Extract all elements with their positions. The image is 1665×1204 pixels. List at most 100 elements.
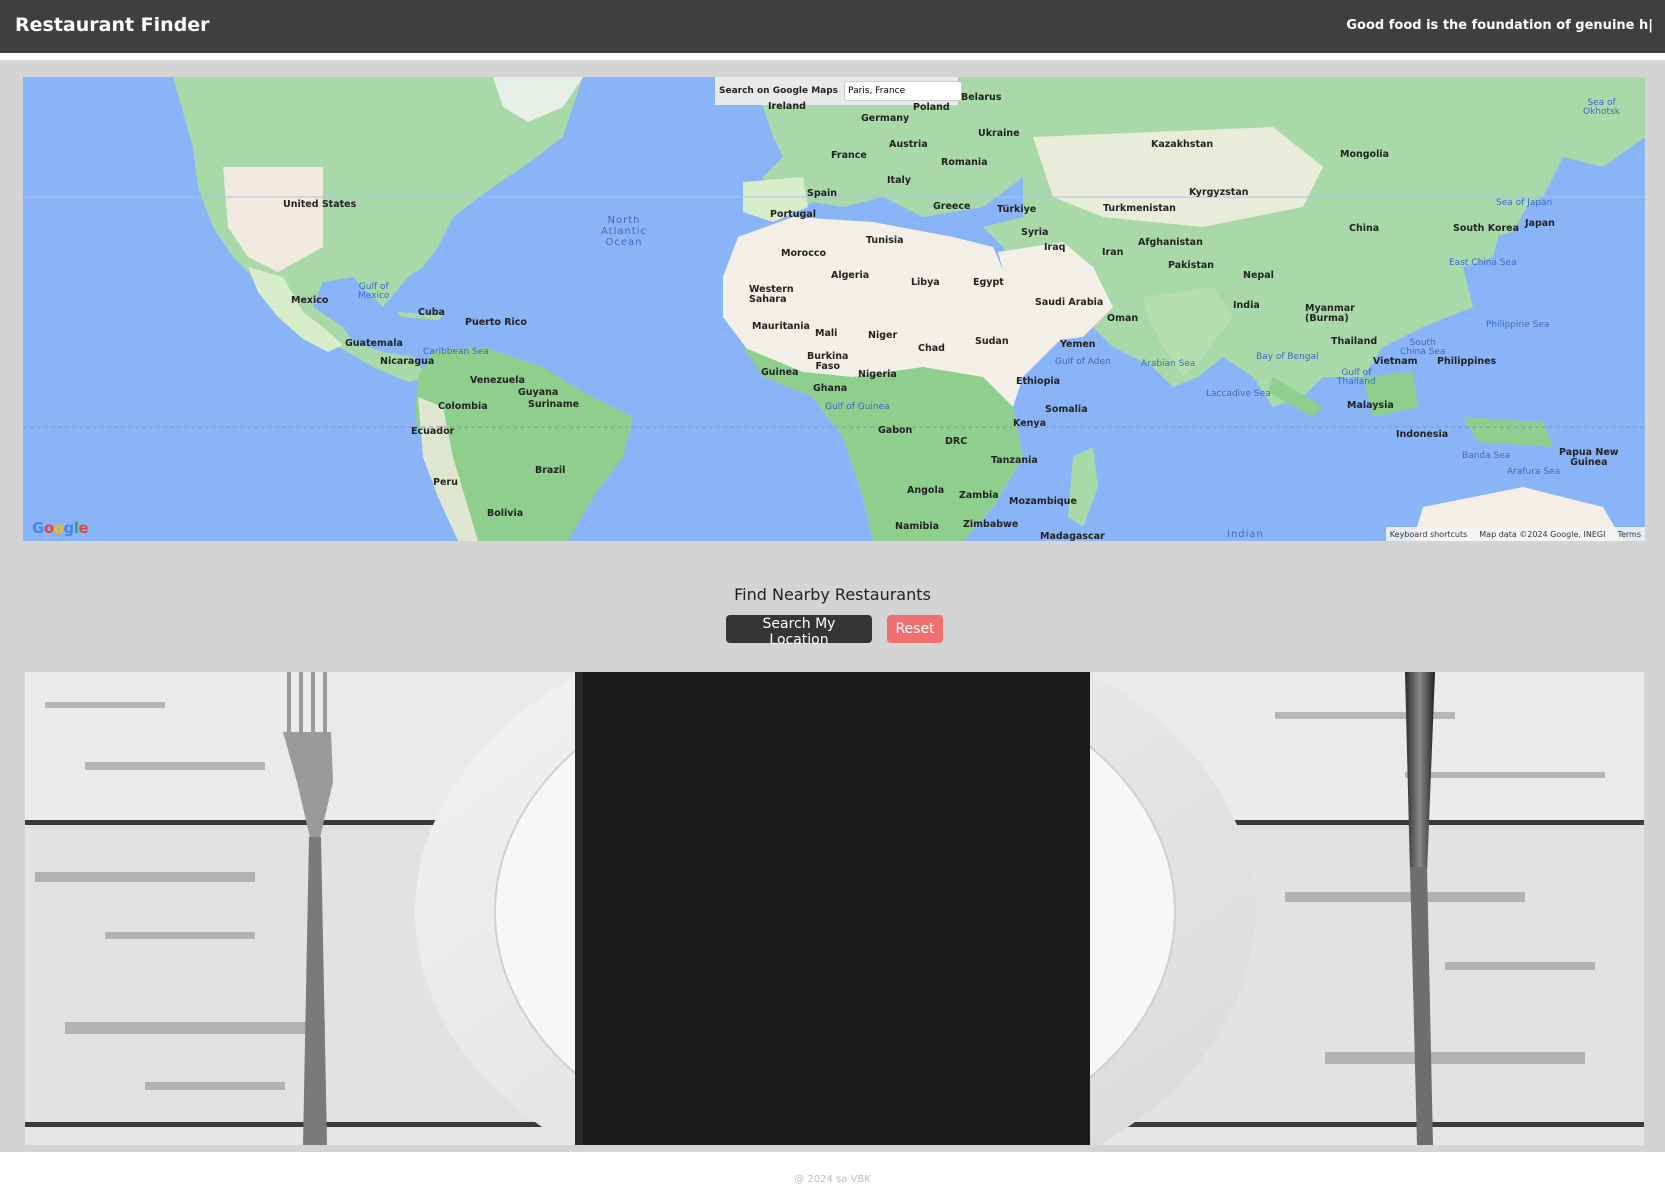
keyboard-shortcuts-link[interactable]: Keyboard shortcuts	[1390, 530, 1467, 539]
map-label-iraq: Iraq	[1044, 242, 1066, 253]
map-label-libya: Libya	[911, 277, 940, 288]
map-canvas	[23, 77, 1645, 541]
map-label-madagascar: Madagascar	[1040, 531, 1105, 541]
table-setting-illustration	[25, 672, 1644, 1145]
map-label-western-sahara: Western Sahara	[749, 284, 794, 305]
map-label-venezuela: Venezuela	[470, 375, 525, 386]
map-label-angola: Angola	[907, 485, 945, 496]
map-search-input[interactable]	[844, 81, 963, 101]
map-label-egypt: Egypt	[973, 277, 1004, 288]
app-header: Restaurant Finder Good food is the found…	[0, 0, 1665, 53]
map-label-peru: Peru	[433, 477, 458, 488]
map-search-box: Search on Google Maps	[715, 77, 963, 105]
map-label-thailand: Thailand	[1331, 336, 1378, 347]
map-label-syria: Syria	[1021, 227, 1049, 238]
map-label-mongolia: Mongolia	[1340, 149, 1389, 160]
map-label-ireland: Ireland	[768, 101, 806, 112]
map-label-arabian-sea: Arabian Sea	[1141, 359, 1196, 369]
map-label-united-states: United States	[283, 199, 357, 210]
map-label-brazil: Brazil	[535, 465, 566, 476]
map-label-iran: Iran	[1102, 247, 1124, 258]
map-label-sea-of-okhotsk: Sea of Okhotsk	[1583, 98, 1620, 117]
google-map[interactable]: Search on Google Maps United States Mexi…	[23, 77, 1645, 541]
map-label-myanmar: Myanmar (Burma)	[1305, 303, 1355, 324]
google-logo[interactable]: Google	[32, 519, 89, 537]
map-label-mali: Mali	[815, 328, 838, 339]
map-label-oman: Oman	[1107, 313, 1139, 324]
terms-link[interactable]: Terms	[1617, 530, 1641, 539]
map-label-sudan: Sudan	[975, 336, 1009, 347]
map-label-china: China	[1349, 223, 1380, 234]
map-label-guatemala: Guatemala	[345, 338, 403, 349]
map-label-zimbabwe: Zimbabwe	[963, 519, 1019, 530]
map-label-japan: Japan	[1525, 218, 1555, 229]
map-label-namibia: Namibia	[895, 521, 939, 532]
map-label-nicaragua: Nicaragua	[380, 356, 435, 367]
map-label-cuba: Cuba	[418, 307, 445, 318]
map-label-gulf-of-thailand: Gulf of Thailand	[1337, 368, 1376, 387]
map-label-austria: Austria	[889, 139, 928, 150]
map-label-kenya: Kenya	[1013, 418, 1047, 429]
map-label-malaysia: Malaysia	[1347, 400, 1394, 411]
map-label-niger: Niger	[868, 330, 898, 341]
map-label-gulf-of-guinea: Gulf of Guinea	[825, 402, 890, 412]
map-label-drc: DRC	[945, 436, 968, 447]
map-label-indian-ocean: Indian	[1227, 529, 1264, 540]
reset-button[interactable]: Reset	[887, 615, 943, 643]
map-label-vietnam: Vietnam	[1373, 356, 1418, 367]
map-label-mauritania: Mauritania	[752, 321, 810, 332]
map-label-banda-sea: Banda Sea	[1462, 451, 1511, 461]
map-label-spain: Spain	[807, 188, 838, 199]
map-label-bolivia: Bolivia	[487, 508, 524, 519]
map-label-turkiye: Türkiye	[997, 204, 1037, 215]
map-label-kazakhstan: Kazakhstan	[1151, 139, 1214, 150]
map-label-burkina-faso: Burkina Faso	[807, 351, 849, 372]
map-attribution-bar: Keyboard shortcuts Map data ©2024 Google…	[1385, 527, 1645, 541]
map-label-kyrgyzstan: Kyrgyzstan	[1189, 187, 1249, 198]
menu-book	[575, 672, 1090, 1145]
map-label-italy: Italy	[887, 175, 911, 186]
app-title[interactable]: Restaurant Finder	[15, 14, 210, 36]
map-label-poland: Poland	[913, 102, 950, 113]
map-label-portugal: Portugal	[770, 209, 816, 220]
map-label-colombia: Colombia	[438, 401, 488, 412]
map-label-afghanistan: Afghanistan	[1138, 237, 1203, 248]
map-label-nigeria: Nigeria	[858, 369, 897, 380]
map-label-india: India	[1233, 300, 1260, 311]
map-label-philippine-sea: Philippine Sea	[1486, 320, 1550, 330]
map-label-tunisia: Tunisia	[866, 235, 904, 246]
map-search-label: Search on Google Maps	[719, 86, 839, 96]
map-label-caribbean-sea: Caribbean Sea	[423, 347, 489, 357]
map-label-puerto-rico: Puerto Rico	[465, 317, 527, 328]
section-title: Find Nearby Restaurants	[734, 585, 931, 604]
map-label-morocco: Morocco	[781, 248, 826, 259]
map-label-south-korea: South Korea	[1453, 223, 1520, 234]
map-label-ecuador: Ecuador	[411, 426, 455, 437]
map-label-philippines: Philippines	[1437, 356, 1497, 367]
map-label-guyana: Guyana	[518, 387, 559, 398]
map-label-gabon: Gabon	[878, 425, 913, 436]
map-label-romania: Romania	[941, 157, 988, 168]
map-label-gulf-of-mexico: Gulf of Mexico	[358, 282, 390, 301]
map-label-gulf-of-aden: Gulf of Aden	[1055, 357, 1111, 367]
map-label-germany: Germany	[861, 113, 910, 124]
map-label-belarus: Belarus	[961, 92, 1002, 103]
map-label-arafura-sea: Arafura Sea	[1507, 467, 1561, 477]
map-label-ghana: Ghana	[813, 383, 848, 394]
copyright-footer: @ 2024 sa VBK	[794, 1174, 871, 1185]
madagascar-island	[1068, 447, 1098, 527]
map-label-south-china-sea: South China Sea	[1400, 338, 1446, 357]
map-label-mozambique: Mozambique	[1009, 496, 1077, 507]
map-label-chad: Chad	[918, 343, 945, 354]
map-label-laccadive-sea: Laccadive Sea	[1206, 389, 1271, 399]
map-label-greece: Greece	[933, 201, 971, 212]
map-label-algeria: Algeria	[831, 270, 870, 281]
search-my-location-button[interactable]: Search My Location	[726, 615, 872, 648]
map-data-attribution[interactable]: Map data ©2024 Google, INEGI	[1479, 530, 1605, 539]
map-label-yemen: Yemen	[1060, 339, 1096, 350]
map-label-suriname: Suriname	[528, 399, 580, 410]
map-label-north-atlantic: North Atlantic Ocean	[601, 215, 648, 248]
map-label-indonesia: Indonesia	[1396, 429, 1449, 440]
map-label-guinea: Guinea	[761, 367, 799, 378]
map-label-east-china-sea: East China Sea	[1449, 258, 1517, 268]
